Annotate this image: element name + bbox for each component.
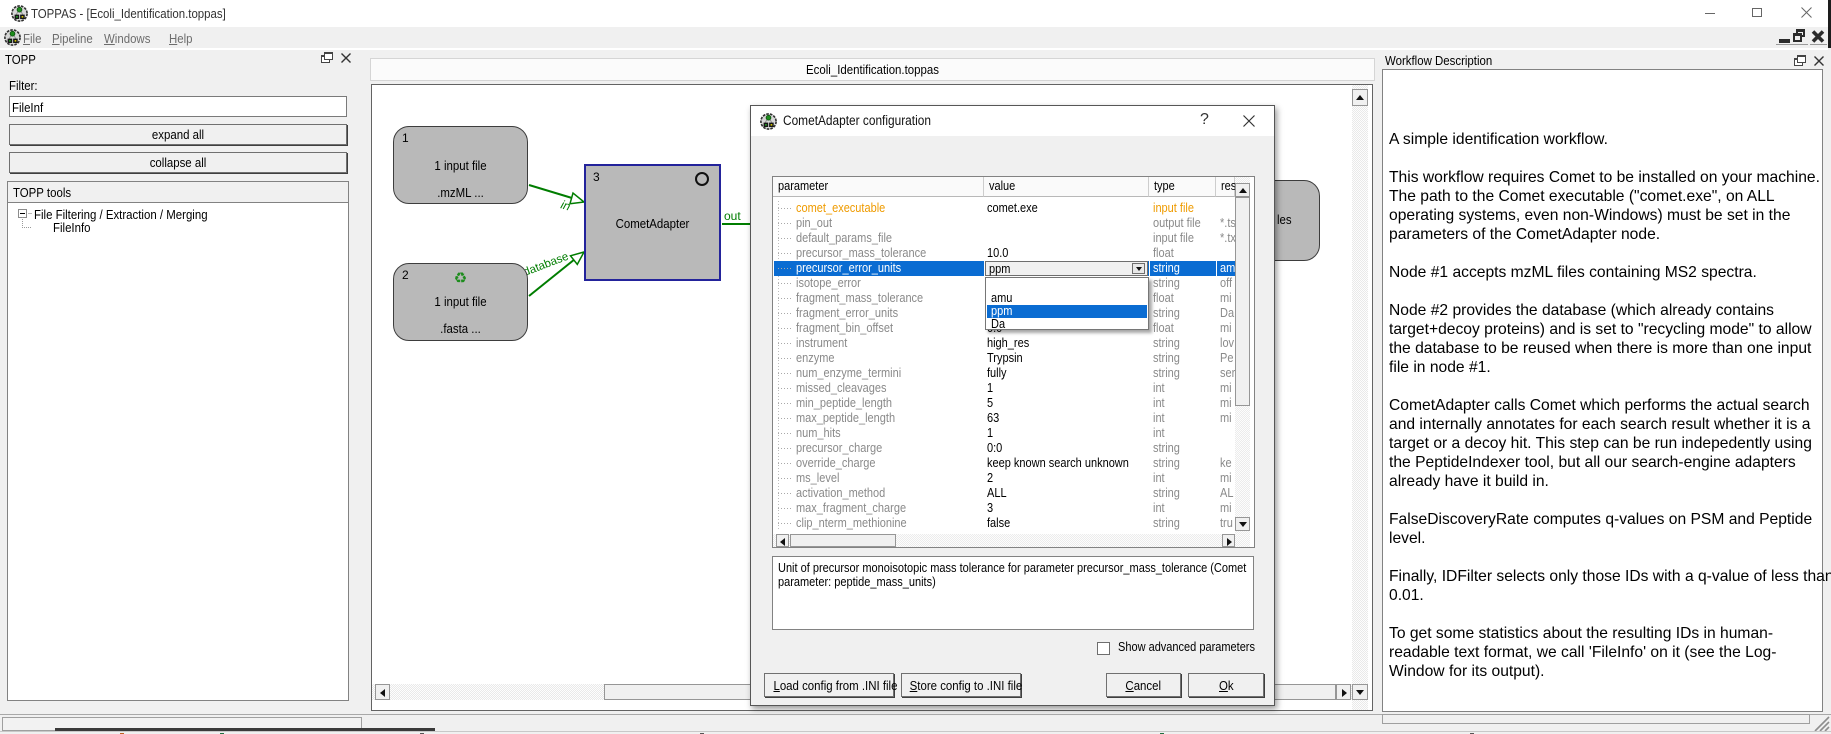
svg-text:database: database bbox=[522, 251, 570, 279]
svg-text:in: in bbox=[559, 197, 572, 213]
svg-text:out: out bbox=[724, 209, 741, 223]
